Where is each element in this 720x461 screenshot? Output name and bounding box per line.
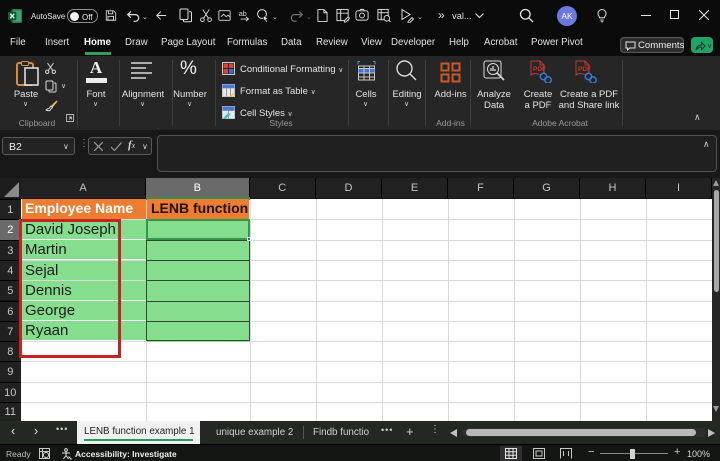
svg-text:ab: ab — [239, 11, 247, 18]
svg-text:PDF: PDF — [533, 66, 546, 73]
svg-text:PDF: PDF — [578, 66, 591, 73]
